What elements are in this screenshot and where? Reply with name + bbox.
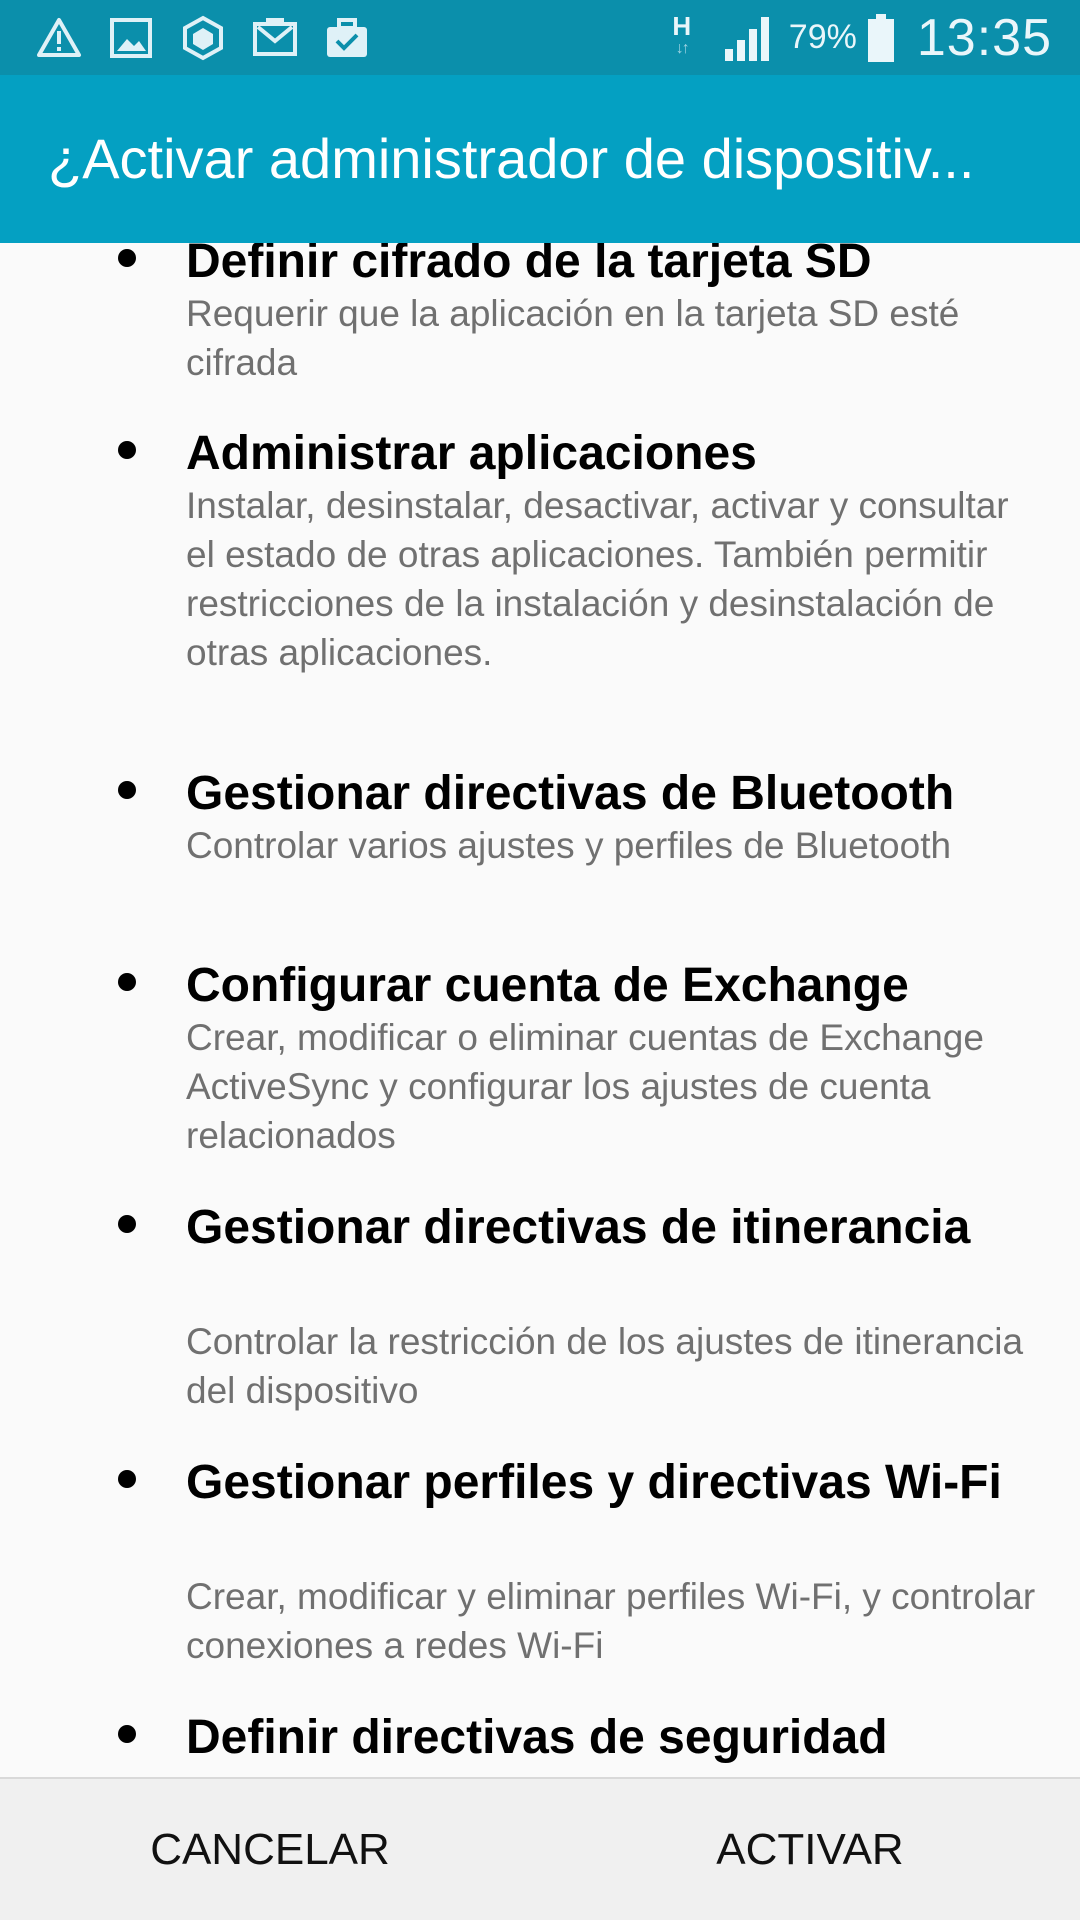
dialog-button-bar: CANCELAR ACTIVAR: [0, 1777, 1080, 1920]
gallery-icon: [110, 18, 152, 58]
battery-percent: 79%: [788, 18, 857, 56]
signal-strength-icon: [724, 16, 769, 61]
permission-title: Gestionar perfiles y directivas Wi-Fi: [186, 1456, 1002, 1509]
permission-description: Instalar, desinstalar, desactivar, activ…: [186, 485, 1009, 673]
bullet: [118, 1470, 136, 1488]
permission-title: Configurar cuenta de Exchange: [186, 959, 909, 1012]
bullet: [118, 781, 136, 799]
activate-button[interactable]: ACTIVAR: [540, 1779, 1080, 1920]
bullet: [118, 1725, 136, 1743]
briefcase-icon: [327, 18, 367, 57]
battery-icon: [867, 13, 894, 62]
permission-title: Administrar aplicaciones: [186, 427, 757, 480]
network-type-indicator: H ↓↑: [667, 12, 697, 64]
system-status: H ↓↑ 79% 13:35: [667, 0, 1052, 75]
permission-description: Crear, modificar o eliminar cuentas de E…: [186, 1017, 984, 1156]
status-bar: H ↓↑ 79% 13:35: [0, 0, 1080, 75]
clock: 13:35: [916, 8, 1052, 67]
vpn-icon: [183, 15, 223, 61]
dialog-title: ¿Activar administrador de dispositiv...: [48, 127, 975, 190]
permission-description: Controlar la restricción de los ajustes …: [186, 1321, 1024, 1411]
notification-icons: [36, 12, 370, 64]
network-type-label: H: [672, 10, 692, 41]
cancel-button[interactable]: CANCELAR: [0, 1779, 540, 1920]
permission-description: Requerir que la aplicación en la tarjeta…: [186, 293, 960, 383]
permissions-list[interactable]: Definir cifrado de la tarjeta SD Requeri…: [0, 243, 1080, 1777]
bullet: [118, 441, 136, 459]
bullet: [118, 249, 136, 267]
permission-title: Definir cifrado de la tarjeta SD: [186, 243, 872, 288]
warning-icon: [37, 18, 81, 57]
permission-title: Gestionar directivas de Bluetooth: [186, 767, 955, 820]
dialog-title-bar: ¿Activar administrador de dispositiv...: [0, 75, 1080, 243]
permission-description: Crear, modificar y eliminar perfiles Wi-…: [186, 1576, 1036, 1666]
bullet: [118, 973, 136, 991]
email-icon: [253, 18, 297, 56]
permission-title: Definir directivas de seguridad: [186, 1711, 888, 1764]
permission-description: Controlar varios ajustes y perfiles de B…: [186, 825, 952, 866]
data-activity-icon: ↓↑: [675, 39, 690, 57]
permission-title: Gestionar directivas de itinerancia: [186, 1201, 971, 1254]
bullet: [118, 1215, 136, 1233]
